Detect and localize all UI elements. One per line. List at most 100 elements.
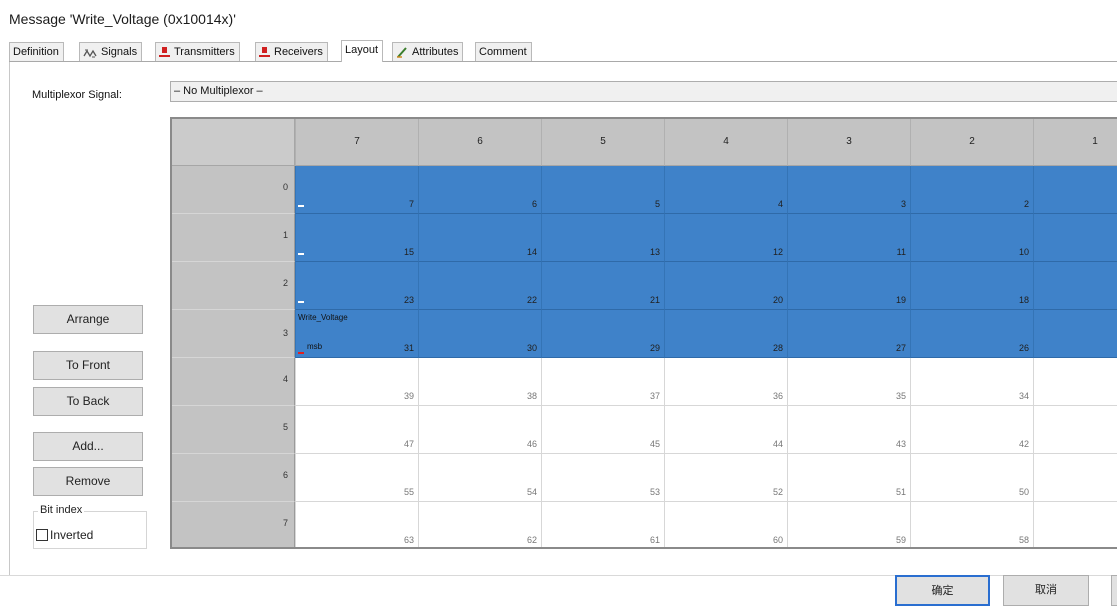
bit-number: 43 bbox=[895, 439, 906, 449]
bit-cell[interactable]: 35 bbox=[787, 358, 910, 406]
bit-number: 59 bbox=[895, 535, 906, 545]
bit-cell[interactable]: 50 bbox=[910, 454, 1033, 502]
bit-cell[interactable] bbox=[1033, 406, 1117, 454]
continuation-marker-icon bbox=[298, 301, 304, 303]
bit-column-header: 7 bbox=[295, 119, 418, 166]
arrange-button[interactable]: Arrange bbox=[33, 305, 143, 334]
bit-cell[interactable]: 38 bbox=[418, 358, 541, 406]
bit-cell[interactable]: 3 bbox=[787, 166, 910, 214]
tab-attributes[interactable]: Attributes bbox=[392, 42, 464, 61]
bit-cell[interactable] bbox=[1033, 358, 1117, 406]
bit-cell[interactable]: 42 bbox=[910, 406, 1033, 454]
bit-cell[interactable]: 5 bbox=[541, 166, 664, 214]
to-front-button[interactable]: To Front bbox=[33, 351, 143, 380]
multiplexor-label: Multiplexor Signal: bbox=[32, 89, 122, 101]
byte-index: 4 bbox=[282, 374, 288, 384]
msb-marker-icon bbox=[298, 352, 304, 354]
bit-cell[interactable]: 53 bbox=[541, 454, 664, 502]
tab-receivers[interactable]: Receivers bbox=[255, 42, 328, 61]
tab-definition[interactable]: Definition bbox=[9, 42, 64, 61]
bit-cell[interactable]: 31 Write_Voltage msb bbox=[295, 310, 418, 358]
bit-cell[interactable]: 37 bbox=[541, 358, 664, 406]
bit-cell[interactable]: 51 bbox=[787, 454, 910, 502]
bit-cell[interactable] bbox=[1033, 262, 1117, 310]
bit-cell[interactable]: 10 bbox=[910, 214, 1033, 262]
byte-index: 0 bbox=[282, 182, 288, 192]
ok-button[interactable]: 确定 bbox=[895, 575, 990, 606]
bit-number: 45 bbox=[649, 439, 660, 449]
bit-cell[interactable]: 22 bbox=[418, 262, 541, 310]
tab-label: Transmitters bbox=[174, 46, 235, 58]
bit-cell[interactable] bbox=[1033, 454, 1117, 502]
tab-layout[interactable]: Layout bbox=[341, 40, 384, 62]
bit-cell[interactable]: 52 bbox=[664, 454, 787, 502]
bit-cell[interactable]: 43 bbox=[787, 406, 910, 454]
bit-cell[interactable]: 6 bbox=[418, 166, 541, 214]
bit-cell[interactable]: 15 bbox=[295, 214, 418, 262]
bit-number: 3 bbox=[900, 199, 906, 209]
bit-cell[interactable]: 45 bbox=[541, 406, 664, 454]
inverted-label: Inverted bbox=[50, 528, 94, 542]
bit-cell[interactable]: 2 bbox=[910, 166, 1033, 214]
bit-cell[interactable]: 12 bbox=[664, 214, 787, 262]
bit-cell[interactable]: 13 bbox=[541, 214, 664, 262]
bit-cell[interactable]: 27 bbox=[787, 310, 910, 358]
bit-cell[interactable] bbox=[1033, 166, 1117, 214]
byte-index: 1 bbox=[282, 230, 288, 240]
bit-cell[interactable]: 7 bbox=[295, 166, 418, 214]
remove-button[interactable]: Remove bbox=[33, 467, 143, 496]
byte-row-header: 7 bbox=[172, 502, 295, 547]
bit-cell[interactable]: 58 bbox=[910, 502, 1033, 547]
apply-button[interactable] bbox=[1111, 575, 1117, 606]
bit-cell[interactable]: 60 bbox=[664, 502, 787, 547]
bit-cell[interactable]: 62 bbox=[418, 502, 541, 547]
bit-cell[interactable]: 47 bbox=[295, 406, 418, 454]
person-icon bbox=[159, 46, 170, 58]
tab-comment[interactable]: Comment bbox=[475, 42, 532, 61]
bit-cell[interactable]: 46 bbox=[418, 406, 541, 454]
bit-cell[interactable]: 30 bbox=[418, 310, 541, 358]
bit-cell[interactable]: 34 bbox=[910, 358, 1033, 406]
bit-cell[interactable]: 29 bbox=[541, 310, 664, 358]
tab-label: Definition bbox=[13, 46, 59, 58]
inverted-checkbox[interactable] bbox=[36, 529, 48, 541]
bit-cell[interactable]: 26 bbox=[910, 310, 1033, 358]
bit-number: 30 bbox=[526, 343, 537, 353]
bit-cell[interactable]: 61 bbox=[541, 502, 664, 547]
to-back-button[interactable]: To Back bbox=[33, 387, 143, 416]
bit-cell[interactable]: 44 bbox=[664, 406, 787, 454]
bit-cell[interactable]: 63 bbox=[295, 502, 418, 547]
multiplexor-select[interactable]: – No Multiplexor – bbox=[170, 81, 1117, 102]
bit-cell[interactable]: 23 bbox=[295, 262, 418, 310]
bit-cell[interactable]: 18 bbox=[910, 262, 1033, 310]
bit-cell[interactable]: 39 bbox=[295, 358, 418, 406]
bit-cell[interactable]: 21 bbox=[541, 262, 664, 310]
bit-cell[interactable] bbox=[1033, 502, 1117, 547]
bit-cell[interactable] bbox=[1033, 310, 1117, 358]
bit-cell[interactable]: 36 bbox=[664, 358, 787, 406]
bit-number: 23 bbox=[403, 295, 414, 305]
tab-signals[interactable]: Signals bbox=[79, 42, 143, 61]
bit-cell[interactable]: 14 bbox=[418, 214, 541, 262]
tab-transmitters[interactable]: Transmitters bbox=[155, 42, 240, 61]
cancel-button[interactable]: 取消 bbox=[1003, 575, 1089, 606]
bit-cell[interactable]: 59 bbox=[787, 502, 910, 547]
bit-cell[interactable] bbox=[1033, 214, 1117, 262]
bit-cell[interactable]: 55 bbox=[295, 454, 418, 502]
bit-number: 35 bbox=[895, 391, 906, 401]
bit-cell[interactable]: 19 bbox=[787, 262, 910, 310]
bit-layout-grid: 7 6 5 4 3 2 1 0 7 6 5 4 3 2 1 15 14 13 12 11 10 2 23 22 21 20 19 18… bbox=[170, 117, 1117, 549]
bit-number: 20 bbox=[772, 295, 783, 305]
bit-cell[interactable]: 28 bbox=[664, 310, 787, 358]
bit-cell[interactable]: 20 bbox=[664, 262, 787, 310]
bit-cell[interactable]: 11 bbox=[787, 214, 910, 262]
signal-name-label: Write_Voltage bbox=[298, 313, 348, 322]
bit-cell[interactable]: 54 bbox=[418, 454, 541, 502]
bit-column-header: 5 bbox=[541, 119, 664, 166]
byte-index: 6 bbox=[282, 470, 288, 480]
bit-number: 5 bbox=[654, 199, 660, 209]
bit-cell[interactable]: 4 bbox=[664, 166, 787, 214]
bit-number: 4 bbox=[777, 199, 783, 209]
add-button[interactable]: Add... bbox=[33, 432, 143, 461]
tab-bar: Definition Signals Transmitters Receiver… bbox=[9, 40, 1117, 62]
